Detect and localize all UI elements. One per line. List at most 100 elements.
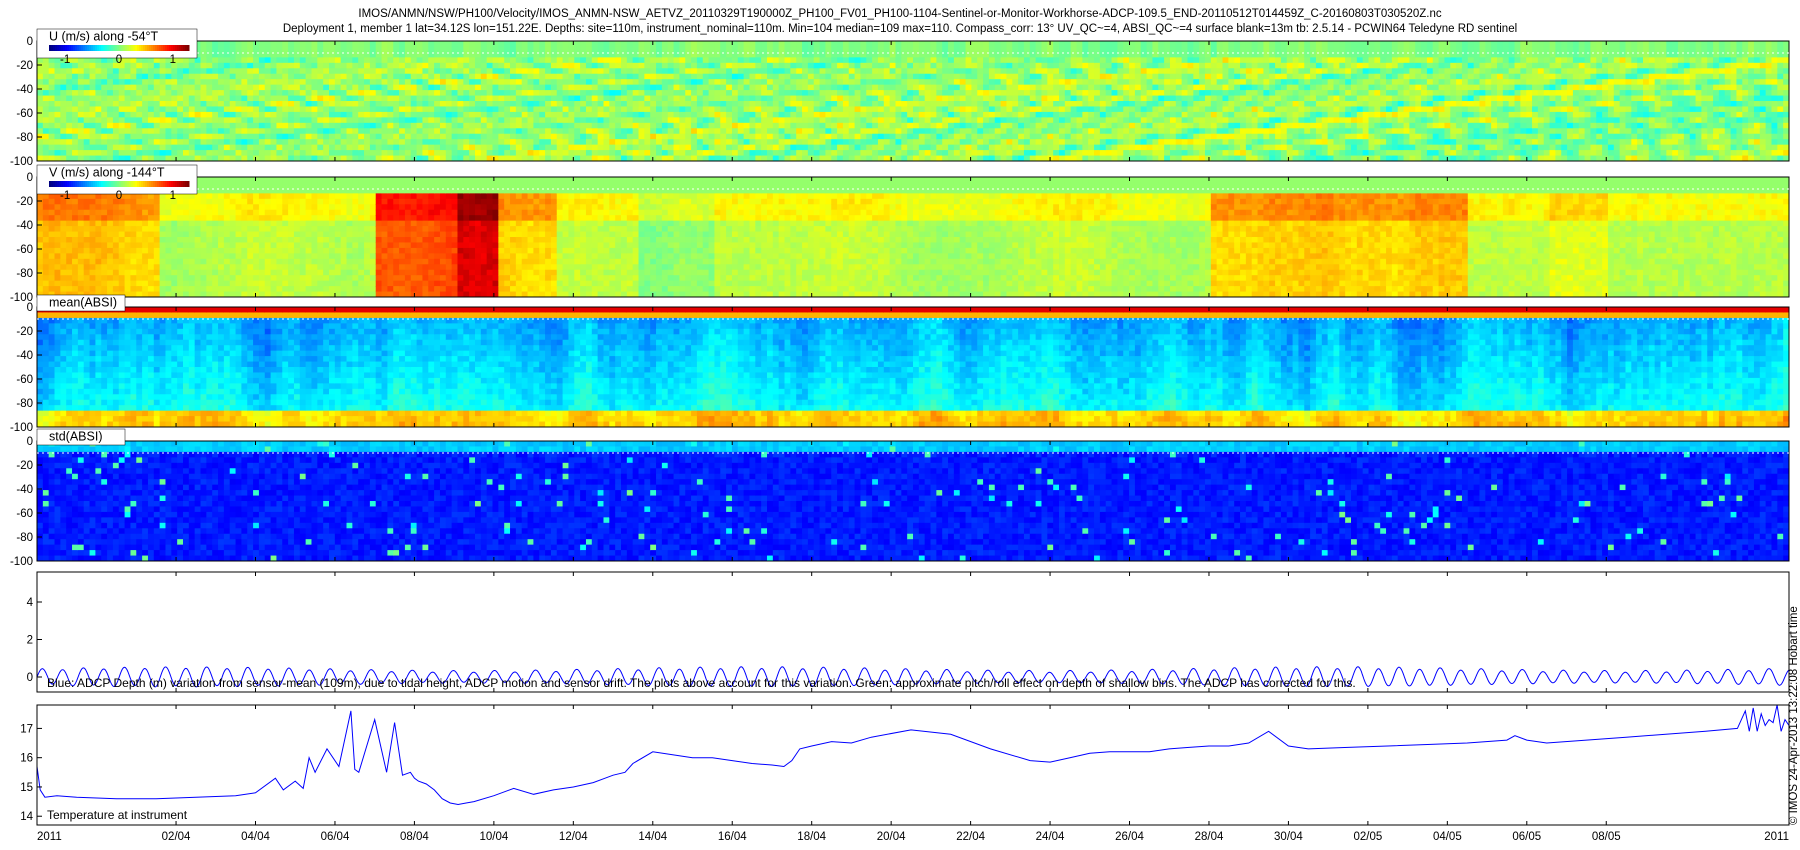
heatmap-cell bbox=[118, 133, 126, 140]
heatmap-cell bbox=[819, 41, 826, 48]
heatmap-cell bbox=[1006, 90, 1013, 97]
heatmap-cell bbox=[1216, 133, 1224, 140]
heatmap-cell bbox=[299, 106, 307, 113]
heatmap-cell bbox=[591, 133, 599, 140]
heatmap-cell bbox=[218, 90, 225, 97]
heatmap-cell bbox=[264, 90, 272, 97]
heatmap-cell bbox=[457, 150, 464, 157]
heatmap-cell bbox=[1327, 150, 1335, 157]
heatmap-cell bbox=[177, 62, 184, 69]
heatmap-cell bbox=[159, 57, 167, 64]
heatmap-cell bbox=[539, 79, 546, 86]
heatmap-cell bbox=[842, 122, 850, 129]
heatmap-cell bbox=[1181, 144, 1189, 151]
heatmap-cell bbox=[340, 68, 348, 75]
heatmap-cell bbox=[416, 133, 424, 140]
heatmap-cell bbox=[942, 101, 949, 108]
heatmap-cell bbox=[661, 90, 669, 97]
heatmap-cell bbox=[802, 139, 809, 146]
heatmap-cell bbox=[1181, 128, 1189, 135]
heatmap-cell bbox=[650, 62, 657, 69]
heatmap-cell bbox=[1134, 111, 1142, 118]
heatmap-cell bbox=[510, 73, 517, 80]
heatmap-cell bbox=[539, 84, 546, 91]
heatmap-cell bbox=[101, 101, 108, 108]
heatmap-cell bbox=[212, 139, 219, 146]
heatmap-cell bbox=[994, 95, 1002, 102]
heatmap-cell bbox=[743, 122, 751, 129]
heatmap-cell bbox=[1175, 111, 1183, 118]
heatmap-cell bbox=[1310, 62, 1317, 69]
heatmap-cell bbox=[638, 73, 645, 80]
heatmap-cell bbox=[562, 117, 570, 124]
heatmap-cell bbox=[977, 111, 984, 118]
heatmap-cell bbox=[1321, 57, 1329, 64]
heatmap-cell bbox=[1123, 90, 1130, 97]
heatmap-cell bbox=[515, 111, 523, 118]
heatmap-cell bbox=[644, 62, 651, 69]
heatmap-cell bbox=[1181, 117, 1189, 124]
heatmap-cell bbox=[609, 101, 616, 108]
heatmap-cell bbox=[212, 101, 219, 108]
heatmap-cell bbox=[95, 111, 102, 118]
heatmap-cell bbox=[1158, 128, 1165, 135]
heatmap-cell bbox=[311, 90, 318, 97]
heatmap-cell bbox=[1257, 150, 1264, 157]
heatmap-cell bbox=[346, 73, 353, 80]
heatmap-cell bbox=[597, 79, 605, 86]
heatmap-cell bbox=[451, 111, 459, 118]
heatmap-cell bbox=[270, 62, 278, 69]
heatmap-cell bbox=[667, 101, 675, 108]
heatmap-cell bbox=[708, 117, 716, 124]
heatmap-cell bbox=[726, 111, 733, 118]
heatmap-cell bbox=[708, 101, 716, 108]
heatmap-cell bbox=[445, 46, 453, 53]
heatmap-cell bbox=[621, 68, 628, 75]
heatmap-cell bbox=[737, 41, 745, 48]
heatmap-cell bbox=[1152, 90, 1159, 97]
heatmap-cell bbox=[661, 84, 669, 91]
heatmap-cell bbox=[656, 139, 663, 146]
heatmap-cell bbox=[1304, 46, 1311, 53]
heatmap-cell bbox=[696, 106, 704, 113]
heatmap-cell bbox=[854, 68, 862, 75]
heatmap-cell bbox=[1064, 117, 1072, 124]
heatmap-cell bbox=[1298, 95, 1305, 102]
heatmap-cell bbox=[276, 90, 283, 97]
heatmap-cell bbox=[515, 68, 523, 75]
heatmap-cell bbox=[737, 150, 745, 157]
heatmap-cell bbox=[95, 122, 102, 129]
heatmap-cell bbox=[177, 73, 184, 80]
heatmap-cell bbox=[778, 84, 786, 91]
heatmap-cell bbox=[223, 139, 231, 146]
heatmap-cell bbox=[404, 111, 412, 118]
heatmap-cell bbox=[1059, 57, 1066, 64]
heatmap-cell bbox=[375, 101, 383, 108]
heatmap-cell bbox=[124, 101, 132, 108]
heatmap-cell bbox=[1064, 122, 1072, 129]
heatmap-cell bbox=[807, 84, 815, 91]
heatmap-cell bbox=[661, 46, 669, 53]
heatmap-cell bbox=[580, 62, 587, 69]
heatmap-cell bbox=[311, 79, 318, 86]
heatmap-cell bbox=[475, 57, 482, 64]
heatmap-cell bbox=[1146, 101, 1154, 108]
heatmap-cell bbox=[953, 79, 961, 86]
heatmap-cell bbox=[89, 79, 96, 86]
heatmap-cell bbox=[550, 84, 558, 91]
heatmap-cell bbox=[819, 111, 826, 118]
heatmap-cell bbox=[1018, 57, 1025, 64]
heatmap-cell bbox=[568, 79, 575, 86]
heatmap-cell bbox=[778, 57, 786, 64]
heatmap-cell bbox=[813, 122, 821, 129]
heatmap-cell bbox=[282, 139, 289, 146]
heatmap-cell bbox=[889, 122, 897, 129]
heatmap-cell bbox=[101, 106, 108, 113]
heatmap-cell bbox=[948, 111, 955, 118]
heatmap-cell bbox=[264, 144, 272, 151]
heatmap-cell bbox=[959, 133, 967, 140]
heatmap-cell bbox=[37, 73, 44, 80]
heatmap-cell bbox=[1111, 41, 1118, 48]
heatmap-cell bbox=[1345, 106, 1352, 113]
heatmap-cell bbox=[813, 128, 821, 135]
